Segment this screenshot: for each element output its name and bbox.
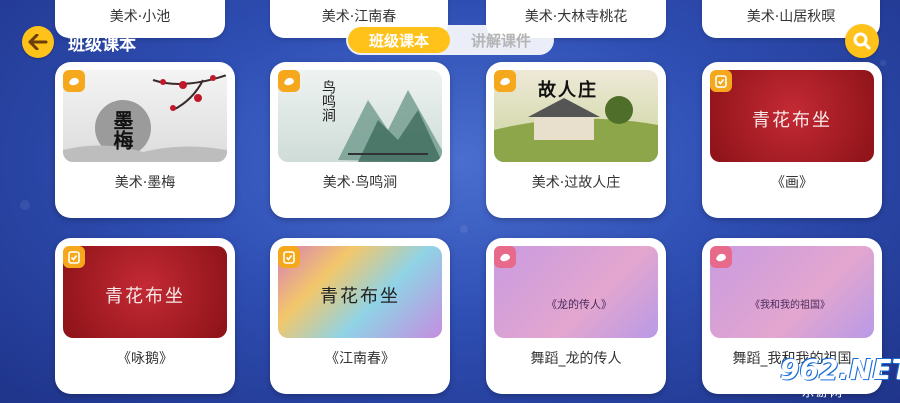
card-label: 《画》 bbox=[771, 175, 813, 191]
card-label: 美术·小池 bbox=[109, 9, 171, 25]
search-icon bbox=[853, 32, 871, 50]
card-label: 美术·大林寺桃花 bbox=[524, 9, 628, 25]
course-thumbnail: 鸟鸣涧 bbox=[278, 70, 442, 162]
thumbnail-title: 《龙的传人》 bbox=[546, 298, 612, 311]
tab-lecture-courseware[interactable]: 讲解课件 bbox=[450, 27, 552, 53]
landscape-illustration bbox=[338, 90, 442, 162]
plum-blossom-illustration bbox=[63, 74, 227, 162]
bird-icon bbox=[500, 253, 510, 262]
bird-icon bbox=[284, 77, 294, 86]
course-thumbnail: 故人庄 bbox=[494, 70, 658, 162]
watermark-main: 962.NET bbox=[780, 353, 900, 386]
clipboard-check-icon bbox=[68, 251, 80, 264]
background-decoration bbox=[460, 225, 468, 233]
bird-icon bbox=[69, 77, 79, 86]
thumbnail-title: 故人庄 bbox=[538, 80, 598, 101]
background-decoration bbox=[20, 200, 30, 210]
watermark-sub: 乐游网 bbox=[802, 385, 845, 399]
card-label: 《江南春》 bbox=[325, 351, 395, 367]
card-label: 美术·江南春 bbox=[321, 9, 397, 25]
thumbnail-title: 青花布坐 bbox=[105, 286, 185, 307]
bird-icon bbox=[500, 77, 510, 86]
search-button[interactable] bbox=[845, 24, 879, 58]
course-badge bbox=[63, 70, 85, 92]
thumbnail-title: 青花布坐 bbox=[752, 110, 832, 131]
course-card[interactable]: 青花布坐 《画》 bbox=[702, 62, 882, 218]
page-title: 班级课本 bbox=[68, 35, 136, 55]
thumbnail-title: 墨梅 bbox=[110, 110, 134, 150]
clipboard-check-icon bbox=[715, 75, 727, 88]
card-label: 舞蹈_龙的传人 bbox=[530, 351, 622, 367]
back-button[interactable] bbox=[22, 26, 54, 58]
card-label: 《咏鹅》 bbox=[117, 351, 173, 367]
course-badge bbox=[710, 70, 732, 92]
course-thumbnail: 青花布坐 bbox=[710, 70, 874, 162]
tab-class-textbook[interactable]: 班级课本 bbox=[348, 27, 450, 53]
card-label: 美术·墨梅 bbox=[114, 175, 176, 191]
course-card[interactable]: 故人庄 美术·过故人庄 bbox=[486, 62, 666, 218]
card-label: 美术·山居秋暝 bbox=[746, 9, 836, 25]
course-badge bbox=[63, 246, 85, 268]
course-thumbnail: 《龙的传人》 bbox=[494, 246, 658, 338]
background-decoration bbox=[880, 60, 886, 66]
thumbnail-title: 鸟鸣涧 bbox=[320, 80, 336, 122]
thumbnail-title: 《我和我的祖国》 bbox=[750, 300, 830, 311]
course-thumbnail: 《我和我的祖国》 bbox=[710, 246, 874, 338]
course-thumbnail: 青花布坐 bbox=[63, 246, 227, 338]
course-badge bbox=[278, 70, 300, 92]
site-watermark: 962.NET 乐游网 bbox=[740, 353, 900, 399]
course-thumbnail: 墨梅 bbox=[63, 70, 227, 162]
course-card[interactable]: 青花布坐 《咏鹅》 bbox=[55, 238, 235, 394]
course-card[interactable]: 青花布坐 《江南春》 bbox=[270, 238, 450, 394]
card-label: 美术·鸟鸣涧 bbox=[322, 175, 398, 191]
course-card[interactable]: 鸟鸣涧 美术·鸟鸣涧 bbox=[270, 62, 450, 218]
course-thumbnail: 青花布坐 bbox=[278, 246, 442, 338]
course-card[interactable]: 《龙的传人》 舞蹈_龙的传人 bbox=[486, 238, 666, 394]
thumbnail-title: 青花布坐 bbox=[320, 286, 400, 307]
clipboard-check-icon bbox=[283, 251, 295, 264]
course-badge bbox=[710, 246, 732, 268]
course-card[interactable]: 墨梅 美术·墨梅 bbox=[55, 62, 235, 218]
tab-bar: 班级课本 讲解课件 bbox=[346, 25, 554, 55]
bird-icon bbox=[716, 253, 726, 262]
course-badge bbox=[278, 246, 300, 268]
course-badge bbox=[494, 246, 516, 268]
card-label: 美术·过故人庄 bbox=[531, 175, 621, 191]
arrow-left-icon bbox=[28, 34, 48, 50]
course-badge bbox=[494, 70, 516, 92]
